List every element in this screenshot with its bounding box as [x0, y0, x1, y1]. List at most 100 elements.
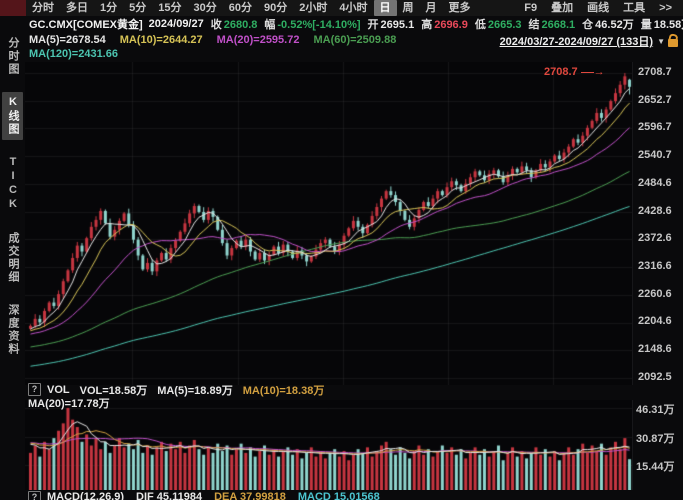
- period-tab-5[interactable]: 15分: [152, 0, 187, 16]
- sidebar-item-4[interactable]: 成交明细: [2, 228, 23, 288]
- price-axis-label: 2428.6: [638, 205, 672, 217]
- quote-info-row: GC.CMX[COMEX黄金] 2024/09/27 收2680.8 幅-0.52…: [25, 16, 683, 32]
- quote-field-label: 仓: [582, 19, 593, 31]
- period-tab-6[interactable]: 30分: [188, 0, 223, 16]
- macd-title: MACD(12,26,9): [47, 491, 124, 500]
- main-candlestick-chart[interactable]: [25, 62, 632, 385]
- toolbar-button-4[interactable]: 工具: [616, 0, 652, 16]
- lock-icon[interactable]: [668, 39, 678, 47]
- period-tab-11[interactable]: 日: [374, 0, 397, 16]
- volume-header: ? VOL VOL=18.58万 MA(5)=18.89万 MA(10)=18.…: [28, 383, 334, 409]
- price-axis-label: 2260.6: [638, 288, 672, 300]
- quote-field-label: 量: [641, 19, 652, 31]
- volume-axis: 46.31万 30.87万 15.44万: [632, 400, 683, 490]
- quote-field-value: 2695.1: [381, 19, 415, 31]
- quote-field-label: 开: [368, 19, 379, 31]
- quote-fields: 收2680.8幅-0.52%[-14.10%]开2695.1高2696.9低26…: [211, 16, 683, 32]
- period-tab-13[interactable]: 月: [420, 0, 443, 16]
- quote-field-label: 高: [421, 19, 432, 31]
- date-range-label[interactable]: 2024/03/27-2024/09/27 (133日): [500, 33, 654, 49]
- window-corner-block: [0, 0, 26, 16]
- volume-axis-label: 30.87万: [636, 430, 675, 446]
- quote-field-value: 2696.9: [434, 19, 468, 31]
- volume-axis-label: 15.44万: [636, 458, 675, 474]
- quote-field-value: -0.52%[-14.10%]: [277, 19, 360, 31]
- ma60-legend: MA(60)=2509.88: [313, 34, 396, 46]
- volume-axis-label: 46.31万: [636, 401, 675, 417]
- period-tab-10[interactable]: 4小时: [333, 0, 373, 16]
- price-axis-label: 2316.6: [638, 260, 672, 272]
- vol-ma20: MA(20)=17.78万: [28, 395, 110, 411]
- period-high-value: 2708.7: [544, 66, 578, 78]
- quote-date: 2024/09/27: [149, 18, 204, 30]
- toolbar-button-5[interactable]: >>: [652, 0, 679, 16]
- symbol-name: GC.CMX[COMEX黄金]: [29, 16, 143, 32]
- period-tab-8[interactable]: 90分: [258, 0, 293, 16]
- vol-ma10: MA(10)=18.38万: [243, 382, 325, 398]
- price-axis-label: 2204.6: [638, 315, 672, 327]
- volume-bar-chart[interactable]: [25, 400, 632, 490]
- help-icon[interactable]: ?: [28, 491, 41, 500]
- price-axis-label: 2372.6: [638, 232, 672, 244]
- quote-field-value: 2680.8: [224, 19, 258, 31]
- price-axis-label: 2092.5: [638, 371, 672, 383]
- period-tab-2[interactable]: 多日: [60, 0, 94, 16]
- chevron-down-icon[interactable]: ▼: [657, 37, 665, 46]
- quote-field-label: 结: [529, 19, 540, 31]
- vol-ma5: MA(5)=18.89万: [157, 382, 233, 398]
- quote-field-label: 收: [211, 19, 222, 31]
- quote-field-7: 仓46.52万: [582, 19, 634, 31]
- annotation-line: [581, 72, 594, 73]
- quote-field-value: 2668.1: [542, 19, 576, 31]
- quote-field-6: 结2668.1: [529, 19, 576, 31]
- period-tab-12[interactable]: 周: [397, 0, 420, 16]
- price-axis-label: 2652.7: [638, 94, 672, 106]
- date-range-selector[interactable]: 2024/03/27-2024/09/27 (133日) ▼: [500, 33, 678, 49]
- macd-dea: DEA 37.99818: [214, 491, 286, 500]
- period-tab-9[interactable]: 2小时: [293, 0, 333, 16]
- quote-field-label: 幅: [264, 19, 275, 31]
- trading-app-window: 分时多日1分5分15分30分60分90分2小时4小时日周月更多 F9叠加画线工具…: [0, 0, 683, 500]
- toolbar-right-group: F9叠加画线工具>>: [517, 0, 683, 16]
- period-tab-3[interactable]: 1分: [94, 0, 123, 16]
- period-toolbar: 分时多日1分5分15分30分60分90分2小时4小时日周月更多 F9叠加画线工具…: [0, 0, 683, 16]
- ma10-legend: MA(10)=2644.27: [120, 34, 203, 46]
- chart-mode-sidebar: 分时图 K线图 TICK 成交明细深度资料: [0, 30, 25, 500]
- macd-dif: DIF 45.11984: [136, 491, 202, 500]
- ma120-legend: MA(120)=2431.66: [29, 48, 118, 60]
- quote-field-3: 开2695.1: [368, 19, 415, 31]
- macd-header: ? MACD(12,26,9) DIF 45.11984 DEA 37.9981…: [28, 490, 392, 500]
- quote-field-2: 幅-0.52%[-14.10%]: [264, 19, 360, 31]
- quote-field-value: 18.58万: [654, 19, 683, 31]
- price-axis: 2708.72652.72596.72540.72484.62428.62372…: [632, 62, 683, 385]
- quote-field-8: 量18.58万: [641, 19, 683, 31]
- price-axis-label: 2484.6: [638, 177, 672, 189]
- ma20-legend: MA(20)=2595.72: [217, 34, 300, 46]
- period-tab-7[interactable]: 60分: [223, 0, 258, 16]
- sidebar-item-3[interactable]: TICK: [2, 152, 23, 216]
- quote-field-4: 高2696.9: [421, 19, 468, 31]
- quote-field-1: 收2680.8: [211, 19, 258, 31]
- price-axis-label: 2148.6: [638, 343, 672, 355]
- price-axis-label: 2596.7: [638, 121, 672, 133]
- quote-field-5: 低2665.3: [475, 19, 522, 31]
- toolbar-button-1[interactable]: F9: [517, 0, 544, 16]
- quote-field-value: 2665.3: [488, 19, 522, 31]
- toolbar-button-3[interactable]: 画线: [580, 0, 616, 16]
- period-tab-1[interactable]: 分时: [26, 0, 60, 16]
- period-tabs: 分时多日1分5分15分30分60分90分2小时4小时日周月更多: [26, 0, 477, 16]
- period-tab-4[interactable]: 5分: [123, 0, 152, 16]
- toolbar-button-2[interactable]: 叠加: [544, 0, 580, 16]
- ma120-legend-row: MA(120)=2431.66: [25, 47, 128, 61]
- quote-field-label: 低: [475, 19, 486, 31]
- price-axis-label: 2708.7: [638, 66, 672, 78]
- ma-legend-row: MA(5)=2678.54 MA(10)=2644.27 MA(20)=2595…: [25, 32, 406, 47]
- sidebar-item-5[interactable]: 深度资料: [2, 300, 23, 360]
- sidebar-item-2[interactable]: K线图: [2, 92, 23, 140]
- right-arrow-icon: →: [594, 66, 605, 78]
- period-tab-14[interactable]: 更多: [443, 0, 477, 16]
- period-high-annotation: 2708.7 →: [544, 66, 605, 78]
- ma5-legend: MA(5)=2678.54: [29, 34, 106, 46]
- sidebar-item-1[interactable]: 分时图: [2, 33, 23, 80]
- macd-value: MACD 15.01568: [298, 491, 380, 500]
